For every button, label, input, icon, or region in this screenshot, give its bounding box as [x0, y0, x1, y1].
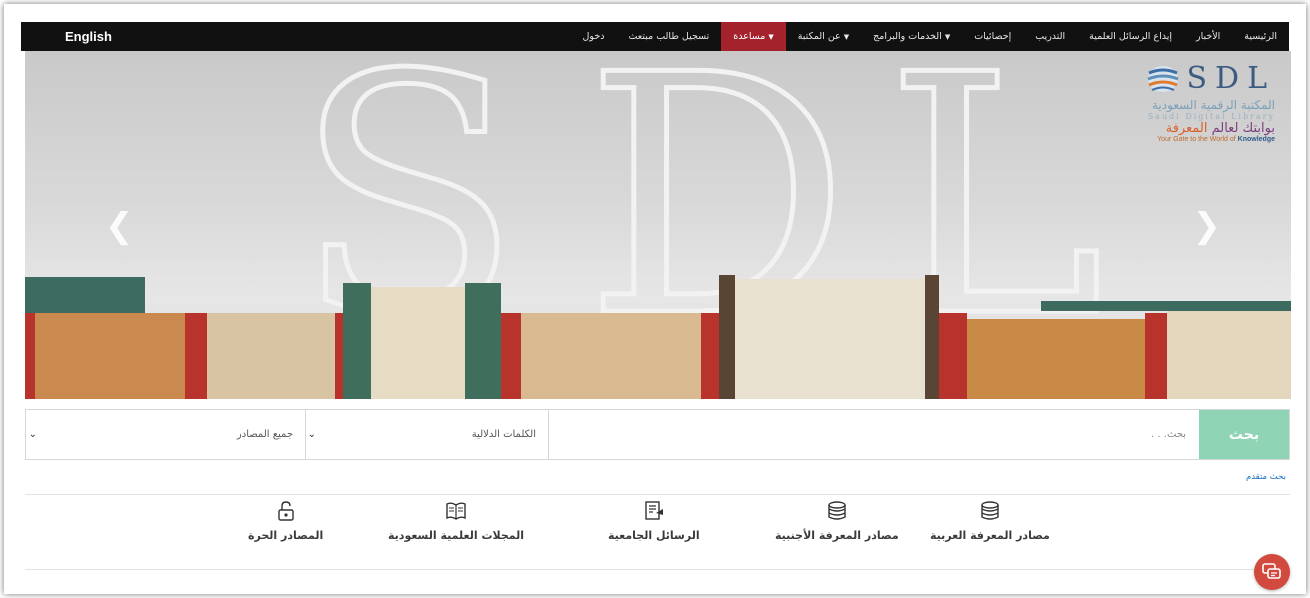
category-links: مصادر المعرفة العربية مصادر المعرفة الأج…: [220, 500, 1120, 560]
nav-item-home[interactable]: الرئيسية: [1232, 22, 1289, 51]
nav-item-help-label: مساعدة: [733, 31, 766, 42]
category-label: مصادر المعرفة العربية: [930, 529, 1050, 542]
nav-item-thesis-deposit[interactable]: إيداع الرسائل العلمية: [1077, 22, 1184, 51]
chevron-right-icon: ❯: [1192, 206, 1222, 246]
database-icon: [828, 501, 846, 520]
nav-item-statistics[interactable]: إحصائيات: [962, 22, 1023, 51]
globe-logo-icon: [1147, 65, 1180, 92]
keywords-select[interactable]: الكلمات الدلالية ⌄: [306, 410, 549, 459]
divider: [25, 569, 1290, 570]
logo-top: SDL: [1105, 61, 1275, 96]
database-icon: [981, 501, 999, 520]
nav-item-services[interactable]: الخدمات والبرامج ▼: [861, 22, 962, 51]
chat-icon: [1262, 563, 1281, 579]
top-nav: English الرئيسية الأخبار إيداع الرسائل ا…: [21, 22, 1289, 51]
logo-tagline-en-bold: Knowledge: [1237, 136, 1275, 143]
chevron-down-icon: ⌄: [28, 429, 37, 440]
category-label: المجلات العلمية السعودية: [388, 529, 525, 542]
category-arabic-sources[interactable]: مصادر المعرفة العربية: [930, 500, 1050, 542]
category-foreign-sources[interactable]: مصادر المعرفة الأجنبية: [775, 500, 899, 542]
advanced-search-link[interactable]: بحث متقدم: [1246, 472, 1286, 482]
category-label: المصادر الحرة: [248, 529, 324, 542]
chevron-down-icon: ⌄: [307, 429, 316, 440]
unlock-icon: [277, 501, 294, 521]
nav-item-training[interactable]: التدريب: [1023, 22, 1077, 51]
category-label: مصادر المعرفة الأجنبية: [775, 529, 899, 542]
language-link[interactable]: English: [65, 22, 112, 51]
search-input[interactable]: [549, 410, 1200, 459]
keywords-select-value: الكلمات الدلالية: [471, 429, 536, 440]
logo-tagline-arabic: بوابتك لعالم المعرفة: [1105, 121, 1275, 136]
sdl-logo[interactable]: SDL المكتبة الرقمية السعودية Saudi Digit…: [1105, 61, 1275, 143]
nav-item-login[interactable]: دخول: [571, 22, 617, 51]
caret-down-icon: ▼: [944, 33, 951, 41]
carousel-next-button[interactable]: ❯: [1193, 206, 1222, 246]
logo-tagline-english: Your Gate to the World of Knowledge: [1105, 136, 1275, 143]
chevron-left-icon: ❮: [105, 206, 134, 246]
sources-select-value: جميع المصادر: [236, 429, 293, 440]
caret-down-icon: ▼: [768, 33, 774, 41]
logo-tagline-ar-highlight: المعرفة: [1165, 121, 1208, 136]
nav-items: الرئيسية الأخبار إيداع الرسائل العلمية ا…: [571, 22, 1289, 51]
search-bar: جميع المصادر ⌄ الكلمات الدلالية ⌄ بحث: [25, 409, 1290, 460]
thesis-icon: [645, 501, 663, 520]
nav-item-scholar-register[interactable]: تسجيل طالب مبتعث: [616, 22, 721, 51]
divider: [25, 494, 1290, 495]
logo-letters: SDL: [1186, 61, 1275, 96]
nav-item-about-label: عن المكتبة: [797, 31, 841, 42]
category-label: الرسائل الجامعية: [608, 529, 700, 542]
sources-select[interactable]: جميع المصادر ⌄: [26, 410, 306, 459]
open-book-icon: [446, 502, 466, 520]
chat-button[interactable]: [1254, 554, 1290, 590]
nav-item-help[interactable]: مساعدة ▼: [721, 22, 786, 51]
hero-carousel: S D L ❮ ❯ SDL المكتبة الرقمية السعودية S…: [25, 51, 1291, 399]
category-saudi-journals[interactable]: المجلات العلمية السعودية: [388, 500, 524, 542]
logo-tagline-en-prefix: Your Gate to the World of: [1157, 136, 1236, 143]
logo-english-name: Saudi Digital Library: [1147, 112, 1275, 121]
nav-item-news[interactable]: الأخبار: [1184, 22, 1232, 51]
caret-down-icon: ▼: [843, 33, 850, 41]
search-button[interactable]: بحث: [1199, 410, 1289, 459]
category-open-sources[interactable]: المصادر الحرة: [248, 500, 323, 542]
category-theses[interactable]: الرسائل الجامعية: [608, 500, 700, 542]
carousel-prev-button[interactable]: ❮: [105, 206, 134, 246]
hero-image: S D L: [25, 51, 1291, 399]
nav-item-about[interactable]: عن المكتبة ▼: [786, 22, 861, 51]
logo-arabic-name: المكتبة الرقمية السعودية: [1152, 98, 1275, 112]
nav-item-services-label: الخدمات والبرامج: [873, 31, 942, 42]
logo-tagline-ar-prefix: بوابتك لعالم: [1211, 121, 1275, 136]
